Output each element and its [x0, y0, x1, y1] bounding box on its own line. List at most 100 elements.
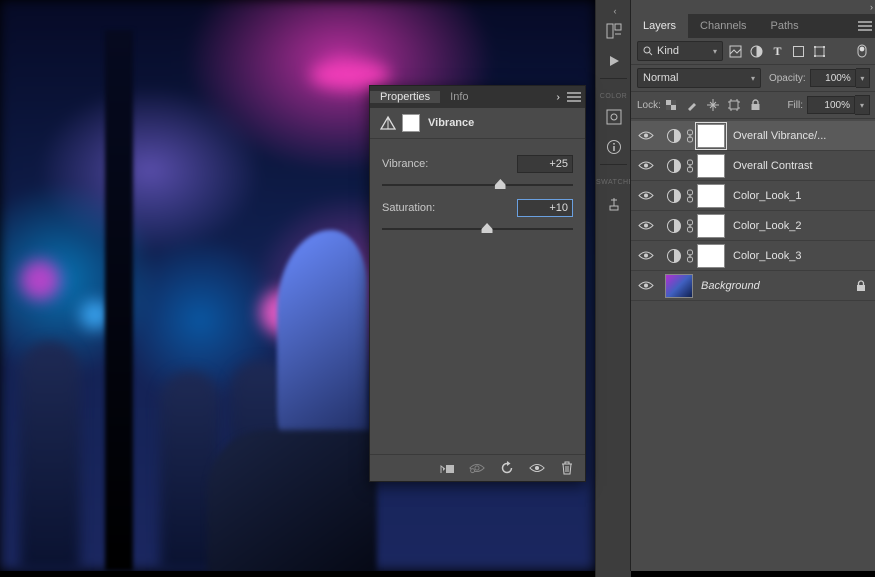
adjustment-layer-icon	[665, 247, 683, 265]
actions-panel-icon[interactable]	[596, 46, 631, 76]
clip-to-layer-icon[interactable]	[439, 460, 455, 476]
layer-name[interactable]: Color_Look_3	[733, 250, 870, 262]
layer-name[interactable]: Overall Vibrance/...	[733, 130, 870, 142]
lock-brush-icon[interactable]	[685, 98, 700, 113]
layer-row[interactable]: Overall Vibrance/...	[631, 121, 875, 151]
layer-row[interactable]: Overall Contrast	[631, 151, 875, 181]
toggle-visibility-icon[interactable]	[529, 460, 545, 476]
slider-track[interactable]	[382, 221, 573, 237]
shape-filter-icon[interactable]	[790, 43, 807, 60]
lock-label: Lock:	[637, 100, 661, 111]
visibility-toggle-icon[interactable]	[637, 217, 655, 235]
sliders-group: Vibrance: Saturation:	[370, 139, 585, 237]
fill-value[interactable]: 100%	[807, 96, 855, 114]
trash-icon[interactable]	[559, 460, 575, 476]
smart-filter-icon[interactable]	[811, 43, 828, 60]
lock-all-icon[interactable]	[748, 98, 763, 113]
mask-link-icon[interactable]	[685, 189, 695, 203]
view-previous-icon[interactable]	[469, 460, 485, 476]
bokeh-light	[20, 260, 60, 300]
visibility-toggle-icon[interactable]	[637, 127, 655, 145]
filter-kind-dropdown[interactable]: Kind ▾	[637, 41, 723, 61]
lock-artboard-icon[interactable]	[727, 98, 742, 113]
layer-mask-thumbnail[interactable]	[697, 124, 725, 148]
layers-panel: ›› Layers Channels Paths Kind ▾ T Normal…	[630, 0, 875, 571]
swatches-panel-icon[interactable]	[596, 188, 631, 218]
mask-link-icon[interactable]	[685, 219, 695, 233]
properties-panel: Properties Info ›› Vibrance Vibrance:Sat…	[369, 85, 586, 482]
slider-value-input[interactable]	[517, 199, 573, 217]
type-filter-icon[interactable]: T	[769, 43, 786, 60]
visibility-toggle-icon[interactable]	[637, 187, 655, 205]
layer-filter-row: Kind ▾ T	[631, 38, 875, 65]
expand-dock-icon[interactable]: ‹‹	[596, 6, 631, 16]
opacity-value[interactable]: 100%	[810, 69, 856, 87]
collapsed-group-label: SWATCHES	[596, 179, 631, 186]
lock-row: Lock: Fill: 100% ▾	[631, 92, 875, 119]
collapse-dock-icon[interactable]: ››	[631, 0, 875, 14]
collapsed-panel-dock: ‹‹ COLOR SWATCHES	[595, 0, 631, 577]
slider-track[interactable]	[382, 177, 573, 193]
visibility-toggle-icon[interactable]	[637, 247, 655, 265]
panel-menu-icon[interactable]	[854, 14, 875, 38]
layer-row[interactable]: Color_Look_1	[631, 181, 875, 211]
slider-value-input[interactable]	[517, 155, 573, 173]
tab-layers[interactable]: Layers	[631, 14, 688, 38]
pixel-filter-icon[interactable]	[727, 43, 744, 60]
adjustment-layer-icon	[665, 187, 683, 205]
slider-thumb[interactable]	[495, 179, 506, 189]
opacity-label: Opacity:	[769, 73, 806, 84]
blend-mode-dropdown[interactable]: Normal ▾	[637, 68, 761, 88]
fill-caret[interactable]: ▾	[855, 95, 870, 115]
color-panel-icon[interactable]	[596, 102, 631, 132]
subject-jacket	[207, 430, 377, 571]
mask-link-icon[interactable]	[685, 129, 695, 143]
silhouette	[20, 341, 80, 571]
slider-thumb[interactable]	[482, 223, 493, 233]
layer-mask-thumbnail[interactable]	[697, 214, 725, 238]
layer-mask-thumbnail[interactable]	[697, 184, 725, 208]
layer-name[interactable]: Color_Look_2	[733, 220, 870, 232]
layer-list: Overall Vibrance/... Overall Contrast Colo…	[631, 119, 875, 301]
layer-thumbnail[interactable]	[665, 274, 693, 298]
mask-thumbnail-icon[interactable]	[402, 114, 420, 132]
visibility-toggle-icon[interactable]	[637, 157, 655, 175]
collapse-panel-icon[interactable]: ››	[550, 92, 563, 103]
layer-name[interactable]: Overall Contrast	[733, 160, 870, 172]
blend-mode-value: Normal	[643, 72, 678, 84]
opacity-caret[interactable]: ▾	[856, 68, 870, 88]
info-panel-icon[interactable]	[596, 132, 631, 162]
slider-label: Saturation:	[382, 202, 517, 214]
layer-name[interactable]: Color_Look_1	[733, 190, 870, 202]
mask-link-icon[interactable]	[685, 249, 695, 263]
properties-tabbar: Properties Info ››	[370, 86, 585, 108]
tab-info[interactable]: Info	[440, 91, 478, 103]
filter-kind-label: Kind	[657, 45, 679, 57]
lamp-post	[105, 30, 133, 571]
tab-properties[interactable]: Properties	[370, 91, 440, 103]
lock-pixels-icon[interactable]	[664, 98, 679, 113]
visibility-toggle-icon[interactable]	[637, 277, 655, 295]
properties-footer	[370, 454, 585, 481]
collapsed-group-label: COLOR	[596, 93, 631, 100]
reset-icon[interactable]	[499, 460, 515, 476]
layer-row[interactable]: Color_Look_2	[631, 211, 875, 241]
slider-row: Saturation:	[382, 199, 573, 217]
vibrance-icon	[380, 115, 396, 131]
adjustment-layer-icon	[665, 127, 683, 145]
lock-position-icon[interactable]	[706, 98, 721, 113]
slider-label: Vibrance:	[382, 158, 517, 170]
adjust-filter-icon[interactable]	[748, 43, 765, 60]
mask-link-icon[interactable]	[685, 159, 695, 173]
layer-name[interactable]: Background	[701, 280, 856, 292]
layer-row[interactable]: Color_Look_3	[631, 241, 875, 271]
fill-label: Fill:	[787, 100, 803, 111]
layer-mask-thumbnail[interactable]	[697, 154, 725, 178]
layer-row[interactable]: Background	[631, 271, 875, 301]
tab-channels[interactable]: Channels	[688, 14, 758, 38]
tab-paths[interactable]: Paths	[759, 14, 811, 38]
history-panel-icon[interactable]	[596, 16, 631, 46]
layer-mask-thumbnail[interactable]	[697, 244, 725, 268]
filter-toggle-switch[interactable]	[853, 43, 870, 60]
panel-menu-icon[interactable]	[563, 92, 585, 102]
